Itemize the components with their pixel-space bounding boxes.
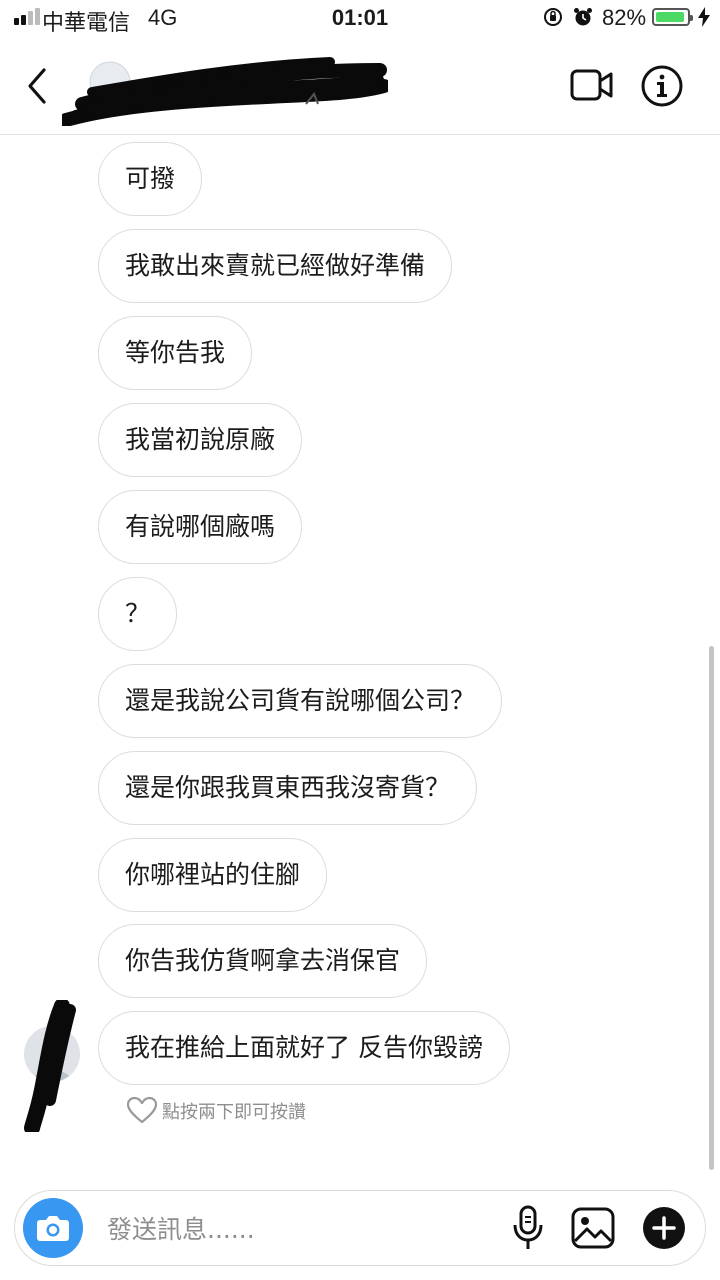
status-bar: 中華電信 4G 01:01 82% bbox=[0, 0, 720, 38]
plus-icon bbox=[652, 1216, 676, 1240]
redaction-scribble bbox=[22, 998, 82, 1136]
message-bubble[interactable]: 還是你跟我買東西我沒寄貨？ bbox=[98, 751, 478, 825]
chat-header bbox=[0, 38, 720, 135]
camera-icon bbox=[37, 1216, 69, 1241]
message-input[interactable] bbox=[105, 1205, 489, 1253]
message-bubble[interactable]: 你告我仿貨啊拿去消保官 bbox=[98, 924, 428, 998]
video-call-button[interactable] bbox=[570, 68, 614, 106]
info-button[interactable] bbox=[640, 64, 684, 112]
orientation-lock-icon bbox=[542, 6, 564, 34]
message-thread[interactable]: 可撥 我敢出來賣就已經做好準備 等你告我 我當初說原廠 有說哪個廠嗎 ？ 還是我… bbox=[0, 134, 720, 1184]
charging-bolt-icon bbox=[698, 7, 710, 33]
battery-percent: 82% bbox=[602, 5, 647, 30]
chevron-left-icon bbox=[28, 68, 46, 104]
message-bubble[interactable]: 還是我說公司貨有說哪個公司？ bbox=[98, 664, 503, 738]
message-bubble[interactable]: 我敢出來賣就已經做好準備 bbox=[98, 229, 453, 303]
message-bubble[interactable]: ？ bbox=[98, 577, 178, 651]
voice-message-button[interactable] bbox=[511, 1205, 545, 1255]
message-bubble[interactable]: 你哪裡站的住腳 bbox=[98, 838, 328, 912]
message-bubble[interactable]: 有說哪個廠嗎 bbox=[98, 490, 303, 564]
heart-outline-icon bbox=[126, 1096, 158, 1124]
back-button[interactable] bbox=[22, 66, 52, 110]
message-bubble[interactable]: 等你告我 bbox=[98, 316, 253, 390]
like-hint-text: 點按兩下即可按讚 bbox=[162, 1102, 306, 1123]
redacted-username bbox=[59, 56, 391, 127]
gallery-button[interactable] bbox=[571, 1207, 615, 1253]
battery-icon bbox=[652, 8, 693, 26]
message-bubble[interactable]: 我在推給上面就好了 反告你毀謗 bbox=[98, 1011, 510, 1085]
camera-button[interactable] bbox=[23, 1198, 83, 1258]
message-bubble[interactable]: 可撥 bbox=[98, 142, 203, 216]
more-options-button[interactable] bbox=[643, 1207, 685, 1249]
image-gallery-icon bbox=[571, 1207, 615, 1249]
alarm-icon bbox=[572, 6, 594, 34]
microphone-icon bbox=[513, 1205, 543, 1249]
message-bubble[interactable]: 我當初說原廠 bbox=[98, 403, 303, 477]
message-composer bbox=[14, 1190, 706, 1266]
video-camera-icon bbox=[570, 69, 613, 101]
info-icon bbox=[641, 65, 683, 107]
scrollbar[interactable] bbox=[709, 646, 714, 1170]
